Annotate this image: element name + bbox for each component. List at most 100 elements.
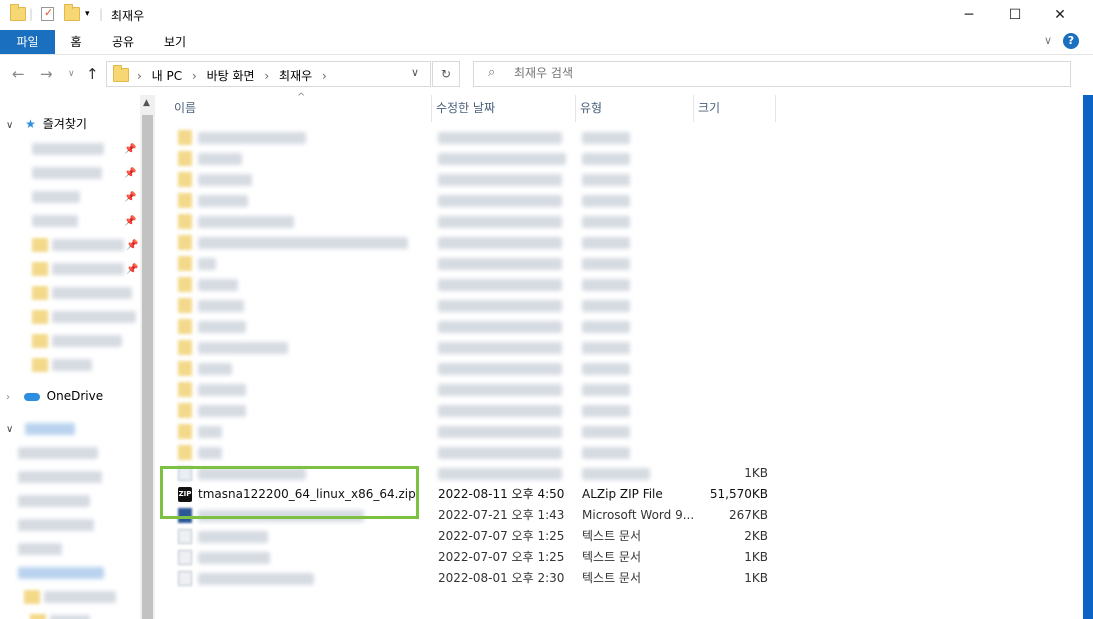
folder-row[interactable] <box>170 358 780 379</box>
file-date: 2022-07-07 오후 1:25 <box>438 550 565 564</box>
file-date: 2022-07-07 오후 1:25 <box>438 529 565 543</box>
customize-toolbar-icon[interactable]: ▾ <box>85 9 90 25</box>
folder-row[interactable] <box>170 274 780 295</box>
nav-item[interactable] <box>18 465 102 487</box>
close-button[interactable]: ✕ <box>1037 0 1083 30</box>
recent-locations-icon[interactable]: ∨ <box>68 69 75 79</box>
forward-icon[interactable]: → <box>40 65 53 83</box>
column-size[interactable]: 크기 <box>694 95 776 122</box>
folder-row[interactable] <box>170 421 780 442</box>
file-row[interactable]: 2022-08-01 오후 2:30 텍스트 문서 1KB <box>170 568 780 589</box>
onedrive-label: OneDrive <box>46 389 104 403</box>
maximize-button[interactable]: ☐ <box>992 0 1038 30</box>
file-row[interactable]: 2022-07-07 오후 1:25 텍스트 문서 2KB <box>170 526 780 547</box>
text-file-icon <box>178 529 192 544</box>
nav-item[interactable]: 📌 <box>32 257 138 279</box>
nav-scroll-thumb[interactable] <box>142 115 153 619</box>
address-row: ← → ∨ ↑ › 내 PC › 바탕 화면 › 최재우 › ∨ ↻ ⌕ <box>0 55 1093 95</box>
crumb-desktop[interactable]: 바탕 화면 <box>207 69 255 83</box>
cloud-icon <box>23 392 40 401</box>
expand-ribbon-icon[interactable]: ∨ <box>1044 34 1052 47</box>
folder-row[interactable] <box>170 253 780 274</box>
refresh-button[interactable]: ↻ <box>432 61 460 87</box>
search-input[interactable] <box>512 65 916 81</box>
folder-icon <box>113 65 129 85</box>
nav-item[interactable]: 📌 <box>32 137 136 159</box>
tab-view[interactable]: 보기 <box>157 30 193 54</box>
highlight-box <box>160 466 419 519</box>
text-file-icon <box>178 571 192 586</box>
nav-item[interactable] <box>30 609 90 619</box>
quick-access-label: 즐겨찾기 <box>42 117 87 131</box>
folder-row[interactable] <box>170 169 780 190</box>
nav-item[interactable] <box>18 513 94 535</box>
tab-home[interactable]: 홈 <box>60 30 92 54</box>
search-box[interactable]: ⌕ <box>473 61 1071 87</box>
address-bar[interactable]: › 내 PC › 바탕 화면 › 최재우 › ∨ <box>106 61 431 87</box>
nav-item[interactable] <box>18 561 104 583</box>
nav-item[interactable] <box>18 489 90 511</box>
nav-item[interactable] <box>32 281 132 303</box>
help-icon[interactable]: ? <box>1063 33 1079 49</box>
back-icon[interactable]: ← <box>12 65 25 83</box>
folder-icon <box>10 4 26 23</box>
properties-icon[interactable]: ✓ <box>41 6 54 21</box>
address-dropdown-icon[interactable]: ∨ <box>411 66 419 79</box>
nav-item[interactable] <box>18 441 98 463</box>
tab-share[interactable]: 공유 <box>105 30 141 54</box>
file-type: 텍스트 문서 <box>582 550 642 564</box>
search-icon: ⌕ <box>488 65 496 80</box>
text-file-icon <box>178 550 192 565</box>
file-type: 텍스트 문서 <box>582 529 642 543</box>
window-title: 최재우 <box>111 9 145 23</box>
tab-file[interactable]: 파일 <box>0 30 55 54</box>
folder-row[interactable] <box>170 232 780 253</box>
folder-row[interactable] <box>170 127 780 148</box>
file-date: 2022-08-11 오후 4:50 <box>438 487 565 501</box>
file-date: 2022-07-21 오후 1:43 <box>438 508 565 522</box>
nav-item[interactable]: 📌 <box>32 209 136 231</box>
nav-item[interactable] <box>32 353 92 375</box>
collapse-icon[interactable]: › <box>6 392 10 403</box>
crumb-current[interactable]: 최재우 <box>279 69 312 83</box>
nav-item[interactable]: 📌 <box>32 161 136 183</box>
folder-row[interactable] <box>170 148 780 169</box>
column-type[interactable]: 유형 <box>576 95 694 122</box>
up-icon[interactable]: ↑ <box>86 65 99 83</box>
file-type: 텍스트 문서 <box>582 571 642 585</box>
nav-item[interactable] <box>18 537 62 559</box>
nav-item[interactable] <box>24 585 116 607</box>
column-name[interactable]: 이름 <box>170 95 432 122</box>
file-row[interactable]: 2022-07-07 오후 1:25 텍스트 문서 1KB <box>170 547 780 568</box>
title-bar: | ✓ ▾ | 최재우 ─ ☐ ✕ <box>0 0 1093 30</box>
file-type: Microsoft Word 9... <box>582 508 695 522</box>
folder-row[interactable] <box>170 316 780 337</box>
file-size: 1KB <box>744 571 768 585</box>
scroll-up-icon[interactable]: ▲ <box>143 98 150 108</box>
desktop-edge <box>1083 95 1093 619</box>
minimize-button[interactable]: ─ <box>946 0 992 30</box>
star-icon: ★ <box>25 117 36 131</box>
folder-row[interactable] <box>170 379 780 400</box>
nav-item[interactable]: 📌 <box>32 233 138 255</box>
crumb-this-pc[interactable]: 내 PC <box>152 69 182 83</box>
nav-item[interactable] <box>32 305 136 327</box>
column-date[interactable]: 수정한 날짜 <box>432 95 576 122</box>
nav-item[interactable]: ∨ <box>6 417 76 439</box>
file-size: 2KB <box>744 529 768 543</box>
navigation-pane: ∨ ★ 즐겨찾기 📌 📌 📌 📌 📌 📌 › OneDrive ∨ <box>0 95 155 619</box>
new-folder-icon[interactable] <box>64 4 80 23</box>
file-size: 51,570KB <box>709 487 768 501</box>
quick-access[interactable]: ∨ ★ 즐겨찾기 <box>6 113 87 135</box>
nav-item[interactable]: 📌 <box>32 185 136 207</box>
folder-row[interactable] <box>170 337 780 358</box>
folder-row[interactable] <box>170 211 780 232</box>
file-date: 2022-08-01 오후 2:30 <box>438 571 565 585</box>
expand-icon[interactable]: ∨ <box>6 120 13 131</box>
folder-row[interactable] <box>170 400 780 421</box>
folder-row[interactable] <box>170 190 780 211</box>
onedrive[interactable]: › OneDrive <box>6 385 103 407</box>
folder-row[interactable] <box>170 295 780 316</box>
nav-item[interactable] <box>32 329 122 351</box>
folder-row[interactable] <box>170 442 780 463</box>
